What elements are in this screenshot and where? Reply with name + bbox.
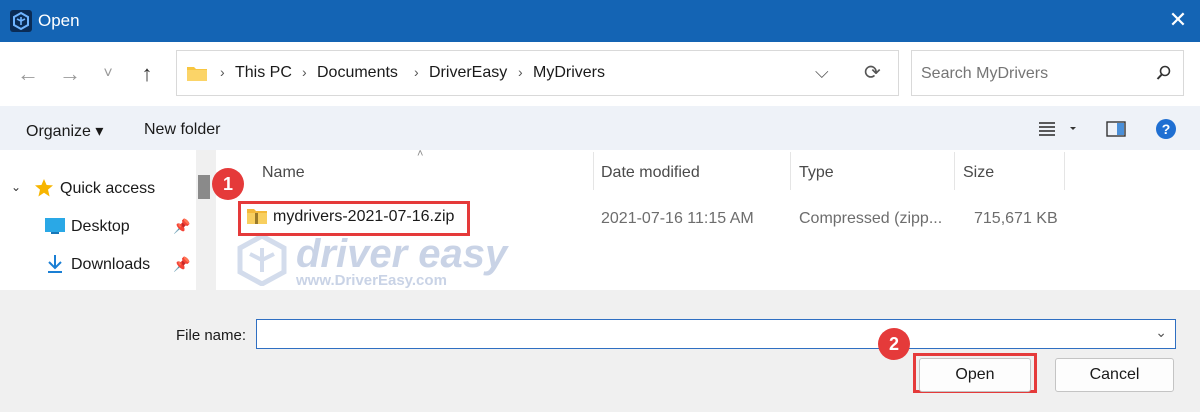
recent-locations-icon[interactable]: ˅ [94,60,122,88]
bottom-panel [0,290,1200,412]
forward-arrow-icon[interactable]: → [56,60,84,88]
column-header-type[interactable]: Type [799,164,834,182]
scrollbar-thumb[interactable] [198,175,210,199]
step-badge-2: 2 [878,328,910,360]
pin-icon[interactable]: 📌 [173,256,190,273]
column-divider[interactable] [954,152,955,190]
column-header-size[interactable]: Size [963,164,994,182]
view-details-icon[interactable] [1038,120,1082,143]
address-dropdown-icon[interactable]: ⌵ [815,62,829,83]
svg-text:?: ? [1162,121,1171,137]
help-icon[interactable]: ? [1155,118,1177,145]
breadcrumb-separator: › [302,64,307,80]
cancel-button[interactable]: Cancel [1055,358,1174,392]
file-name-label: File name: [176,327,247,344]
search-input[interactable] [912,51,1153,97]
new-folder-button[interactable]: New folder [144,121,220,139]
search-icon[interactable] [1156,65,1172,86]
download-arrow-icon [46,254,64,279]
breadcrumb-mydrivers[interactable]: MyDrivers [533,64,605,82]
column-header-name[interactable]: Name [262,164,305,182]
search-box[interactable] [911,50,1184,97]
sidebar-item-downloads[interactable]: Downloads [71,256,150,274]
sidebar-item-desktop[interactable]: Desktop [71,218,130,236]
preview-pane-icon[interactable] [1106,121,1126,142]
breadcrumb-separator: › [518,64,523,80]
organize-menu[interactable]: Organize ▾ [26,121,103,141]
back-arrow-icon[interactable]: ← [14,60,42,88]
column-divider[interactable] [790,152,791,190]
file-type: Compressed (zipp... [799,210,943,227]
breadcrumb-documents[interactable]: Documents [317,64,398,82]
file-name-field[interactable]: ⌄ [256,319,1176,349]
title-bar: Open ✕ [0,0,1200,42]
expand-chevron-icon[interactable]: ⌄ [11,180,21,194]
app-icon [10,10,32,32]
file-name-dropdown-icon[interactable]: ⌄ [1155,324,1167,341]
window-title: Open [38,11,80,30]
desktop-icon [44,217,66,240]
breadcrumb-separator: › [220,64,225,80]
file-size: 715,671 KB [974,210,1058,227]
driver-easy-logo-icon [236,233,288,291]
column-divider[interactable] [1064,152,1065,190]
folder-icon [186,64,208,87]
watermark-brand: driver easy [296,232,508,276]
sidebar-item-quick-access[interactable]: Quick access [60,180,155,198]
file-date-modified: 2021-07-16 11:15 AM [601,210,754,227]
breadcrumb-separator: › [414,64,419,80]
column-divider[interactable] [593,152,594,190]
close-icon[interactable]: ✕ [1166,8,1190,32]
zip-folder-icon [246,207,268,230]
refresh-icon[interactable]: ⟳ [864,60,881,85]
column-header-date[interactable]: Date modified [601,164,700,182]
pin-icon[interactable]: 📌 [173,218,190,235]
star-icon [34,178,54,203]
breadcrumb-drivereasy[interactable]: DriverEasy [429,64,507,82]
step-badge-1: 1 [212,168,244,200]
file-name[interactable]: mydrivers-2021-07-16.zip [273,208,454,226]
up-arrow-icon[interactable]: ↑ [133,60,161,88]
open-button[interactable]: Open [919,358,1031,392]
sort-ascending-icon: ˄ [417,148,424,160]
breadcrumb-this-pc[interactable]: This PC [235,64,292,82]
navigation-scrollbar[interactable] [196,150,216,290]
watermark-url: www.DriverEasy.com [296,272,447,289]
